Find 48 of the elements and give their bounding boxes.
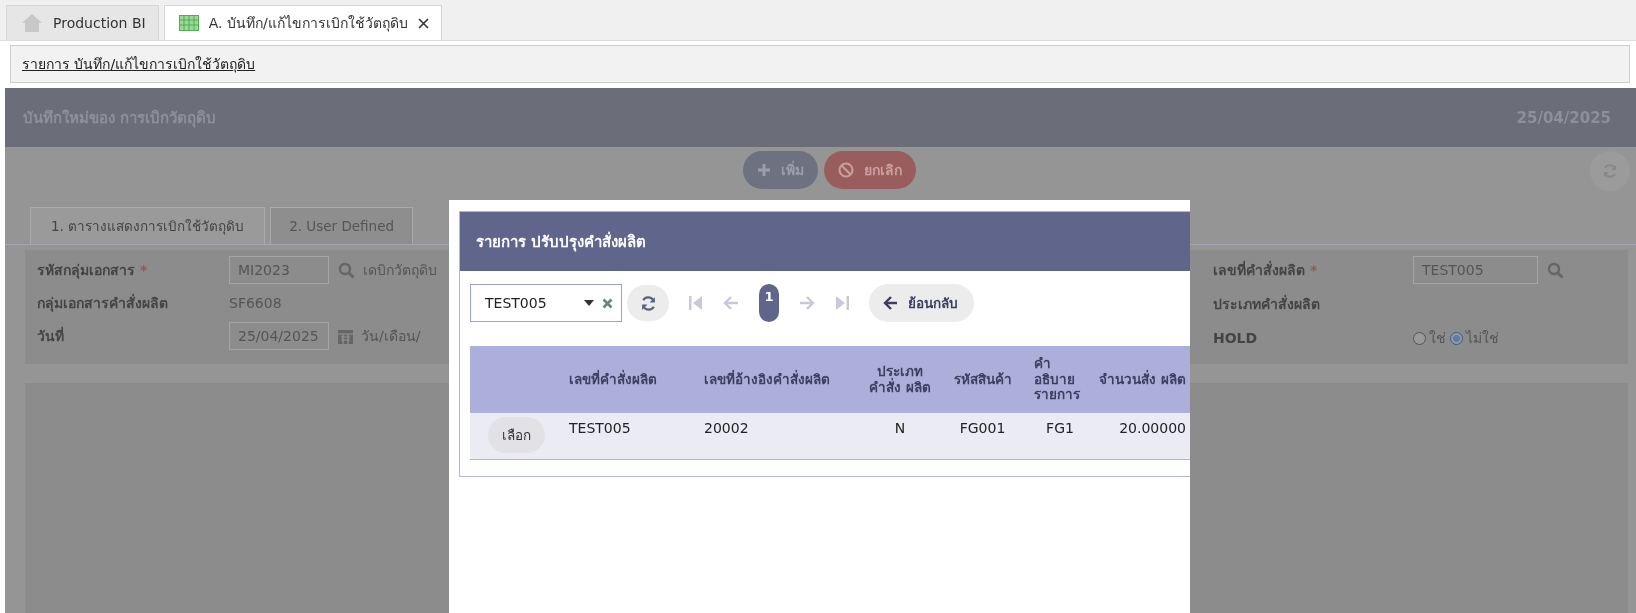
- grid-icon: [178, 15, 199, 31]
- back-button[interactable]: ย้อนกลับ: [869, 284, 974, 322]
- field-label: ประเภทคำสั่งผลิต: [1213, 296, 1320, 312]
- select-field[interactable]: TEST005: [470, 284, 622, 322]
- column-header: จำนวนสั่ง ผลิต: [1090, 346, 1190, 413]
- refresh-icon: [639, 294, 657, 312]
- field-label: วันที่: [37, 328, 64, 344]
- cancel-button[interactable]: ยกเลิก: [824, 151, 916, 189]
- back-arrow-icon: [883, 296, 898, 310]
- search-icon[interactable]: [1547, 261, 1564, 279]
- page-tab[interactable]: A. บันทึก/แก้ไขการเบิกใช้วัตถุดิบ: [163, 5, 442, 40]
- table-cell: TEST005: [565, 413, 700, 459]
- column-header: เลขที่อ้างอิงคำสั่งผลิต: [700, 346, 865, 413]
- dialog-title: รายการ ปรับปรุงคำสั่งผลิต: [476, 230, 647, 254]
- breadcrumb-link[interactable]: รายการ บันทึก/แก้ไขการเบิกใช้วัตถุดิบ: [22, 53, 256, 75]
- table-cell: N: [865, 413, 935, 459]
- field-label: เลขที่คำสั่งผลิต: [1213, 262, 1305, 278]
- form-tab[interactable]: 1. ตารางแสดงการเบิกใช้วัตถุดิบ: [30, 207, 266, 244]
- field-label: รหัสกลุ่มเอกสาร: [37, 262, 135, 278]
- field-label: HOLD: [1213, 330, 1258, 346]
- plus-icon: [757, 163, 771, 177]
- table-cell: 20002: [700, 413, 865, 459]
- required-mark: *: [140, 262, 148, 278]
- form-tab[interactable]: 2. User Defined: [270, 207, 414, 244]
- column-header: รหัสสินค้า: [935, 346, 1030, 413]
- ban-icon: [838, 162, 854, 178]
- previous-page-icon[interactable]: [723, 296, 739, 310]
- required-mark: *: [1310, 262, 1318, 278]
- table-cell: FG001: [935, 413, 1030, 459]
- close-icon[interactable]: [417, 17, 429, 29]
- refresh-button[interactable]: [627, 285, 669, 321]
- first-page-icon[interactable]: [689, 295, 703, 311]
- last-page-icon[interactable]: [835, 295, 849, 311]
- table-cell: FG1: [1030, 413, 1090, 459]
- calendar-icon[interactable]: [338, 328, 353, 344]
- column-header: ประเภท คำสั่ง ผลิต: [865, 346, 935, 413]
- table-cell: 20.00000: [1090, 413, 1190, 459]
- current-page[interactable]: 1: [759, 284, 779, 322]
- field-label: กลุ่มเอกสารคำสั่งผลิต: [37, 295, 168, 311]
- column-header: เลขที่คำสั่งผลิต: [565, 346, 700, 413]
- search-icon[interactable]: [338, 261, 355, 279]
- clear-icon[interactable]: [602, 297, 613, 309]
- dropdown-caret-icon[interactable]: [584, 300, 594, 306]
- select-button[interactable]: เลือก: [488, 417, 545, 453]
- next-page-icon[interactable]: [799, 296, 815, 310]
- page-tab[interactable]: Production BI: [6, 5, 159, 40]
- column-header: คำ อธิบาย รายการ: [1030, 346, 1090, 413]
- home-icon: [21, 13, 43, 33]
